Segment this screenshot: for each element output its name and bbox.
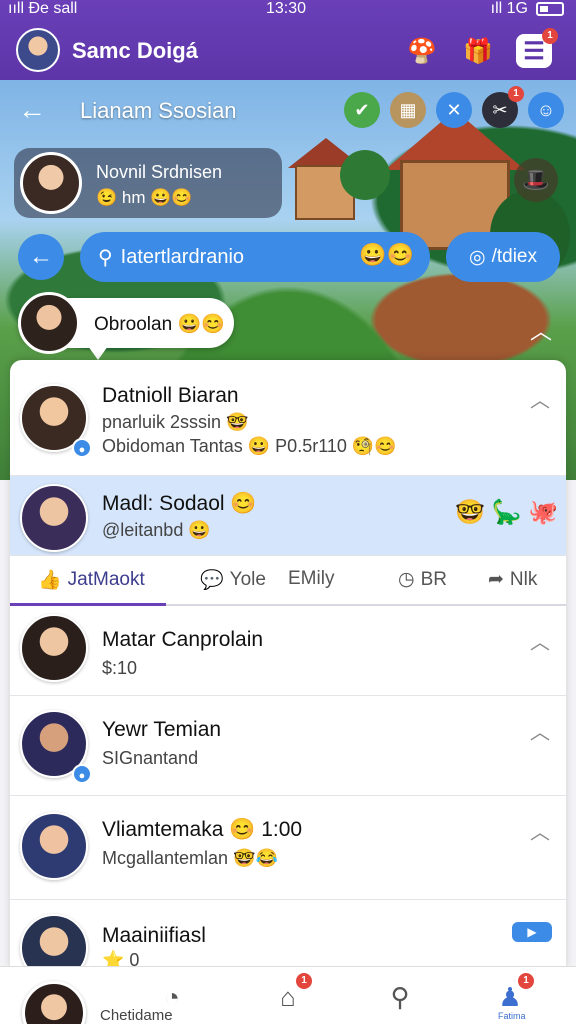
host-name: Novnil Srdnisen	[96, 162, 223, 182]
my-avatar[interactable]	[22, 981, 86, 1024]
list-item-selected[interactable]: Madl: Sodaol 😊 @leitanbd 😀 🤓 🦕 🐙	[10, 476, 566, 556]
search-emoji: 😀😊	[359, 242, 414, 267]
search-row: ← ⚲ Iatertlardranio 😀😊 ◎ /tdiex	[18, 232, 560, 282]
contact-subtitle: @leitanbd 😀	[102, 520, 211, 540]
contact-subtitle: $:10	[102, 658, 138, 678]
tree	[340, 150, 390, 200]
bubble-text: Obroolan 😀😊	[94, 314, 225, 335]
toggle-switch[interactable]: ▶	[512, 922, 552, 942]
box-icon[interactable]: ▦	[390, 92, 426, 128]
chat-bubble[interactable]: Obroolan 😀😊	[18, 292, 234, 360]
tab-emily[interactable]: EMily	[288, 568, 334, 590]
contact-subtitle: SIGnantand	[102, 748, 199, 768]
contact-name: Datnioll Biaran	[102, 384, 239, 407]
tab-yole[interactable]: 💬 Yole	[200, 568, 266, 592]
back-arrow-icon[interactable]: ←	[18, 96, 50, 128]
bottom-nav: ◔ Chetidame ⌂ 1 ⚲ ♟ 1 Fatima	[0, 966, 576, 1024]
tab-label: BR	[420, 568, 447, 590]
list-item[interactable]: Matar Canprolain $:10 ︿	[10, 606, 566, 696]
shop-icon[interactable]: 🎁	[460, 34, 496, 68]
tools-icon[interactable]: ✂ 1	[482, 86, 524, 128]
close-icon[interactable]: ✕	[436, 92, 472, 128]
search-text: Iatertlardranio	[120, 245, 245, 268]
contact-name: Yewr Temian	[102, 718, 222, 741]
list-item[interactable]: ● Datnioll Biaran pnarluik 2sssin 🤓 Obid…	[10, 360, 566, 476]
contact-subtitle: Mcgallantemlan 🤓😂	[102, 848, 278, 868]
search-icon: ⚲	[98, 246, 113, 269]
chat-icon: 💬	[200, 570, 224, 591]
tab-bar: 👍 JatMaokt 💬 Yole EMily ◷ BR ➦ Nlk	[10, 556, 566, 606]
nav-label: Chetidame	[100, 1007, 173, 1024]
list-item[interactable]: ● Yewr Temian SIGnantand ︿	[10, 696, 566, 796]
index-label: /tdiex	[491, 246, 537, 267]
tab-jatmaokt[interactable]: 👍 JatMaokt	[38, 568, 145, 592]
chevron-up-icon[interactable]: ︿	[530, 816, 550, 845]
signal-text: ıll 1G	[490, 0, 528, 17]
tab-br[interactable]: ◷ BR	[398, 568, 447, 591]
friends-badge: 1	[518, 973, 534, 989]
mushroom-icon[interactable]: 🍄	[404, 34, 440, 68]
back-button[interactable]: ←	[18, 234, 64, 280]
contact-name: Maainiifiasl	[102, 924, 206, 947]
inbox-icon[interactable]: ☰ 1	[516, 28, 558, 68]
chevron-up-icon[interactable]: ︿	[530, 626, 550, 655]
share-icon: ➦	[488, 569, 504, 590]
list-item[interactable]: Maainiifiasl ⭐ 0 ▶	[10, 900, 566, 970]
tools-badge: 1	[508, 86, 524, 102]
avatar-icon[interactable]: ☺	[528, 92, 564, 128]
session-toolbar: ✔ ▦ ✕ ✂ 1 ☺	[344, 86, 564, 128]
host-status: 😉 hm 😀😊	[96, 188, 193, 207]
index-button[interactable]: ◎ /tdiex	[446, 232, 560, 282]
contact-name: Matar Canprolain	[102, 628, 264, 651]
contact-subtitle: pnarluik 2sssin 🤓	[102, 412, 249, 432]
nav-label-small: Fatima	[498, 1011, 526, 1021]
carrier-text: ııll Ðe sall	[8, 0, 78, 17]
tab-nlk[interactable]: ➦ Nlk	[488, 568, 537, 591]
online-icon: ●	[72, 764, 92, 784]
tab-label: Nlk	[509, 568, 538, 590]
status-icons: ıll 1G	[491, 0, 564, 18]
bubble-avatar	[18, 292, 80, 354]
location-icon: ◎	[468, 246, 486, 268]
status-bar: ııll Ðe sall 13:30 ıll 1G	[0, 0, 576, 20]
chevron-up-icon[interactable]: ︿	[530, 384, 550, 413]
contact-detail: Obidoman Tantas 😀 P0.5r110 🧐😊	[102, 436, 397, 456]
thumbs-up-icon: 👍	[38, 570, 62, 591]
host-card[interactable]: Novnil Srdnisen 😉 hm 😀😊	[14, 148, 282, 218]
app-title: Samc Doigá	[72, 38, 198, 63]
contact-list-panel: ● Datnioll Biaran pnarluik 2sssin 🤓 Obid…	[10, 360, 566, 970]
avatar	[20, 484, 88, 552]
inbox-badge: 1	[542, 28, 558, 44]
battery-icon	[536, 2, 564, 16]
home-icon[interactable]: ⌂ 1	[268, 973, 312, 1017]
tab-label: JatMaokt	[67, 569, 145, 590]
online-icon: ●	[72, 438, 92, 458]
hat-icon[interactable]: 🎩	[514, 158, 558, 202]
app-header: ııll Ðe sall 13:30 ıll 1G Samc Doigá 🍄 🎁…	[0, 0, 576, 80]
chevron-up-icon[interactable]: ︿	[530, 314, 552, 346]
profile-avatar[interactable]	[16, 28, 60, 72]
tab-label: Yole	[229, 569, 266, 590]
reaction-emojis[interactable]: 🤓 🦕 🐙	[455, 498, 558, 527]
session-title: Lianam Ssosian	[80, 98, 237, 123]
list-item[interactable]: Vliamtemaka 😊 1:00 Mcgallantemlan 🤓😂 ︿	[10, 796, 566, 900]
pin-icon[interactable]: ⚲	[380, 977, 420, 1017]
clock: 13:30	[266, 0, 307, 17]
tab-label: EMily	[288, 568, 335, 589]
host-avatar	[20, 152, 82, 214]
check-icon[interactable]: ✔	[344, 92, 380, 128]
avatar	[20, 914, 88, 970]
contact-name: Madl: Sodaol 😊	[102, 492, 257, 515]
chevron-up-icon[interactable]: ︿	[530, 716, 550, 745]
clock-icon: ◷	[398, 569, 415, 590]
avatar	[20, 812, 88, 880]
home-badge: 1	[296, 973, 312, 989]
search-input[interactable]: ⚲ Iatertlardranio 😀😊	[80, 232, 430, 282]
avatar	[20, 614, 88, 682]
contact-name: Vliamtemaka 😊 1:00	[102, 818, 303, 841]
